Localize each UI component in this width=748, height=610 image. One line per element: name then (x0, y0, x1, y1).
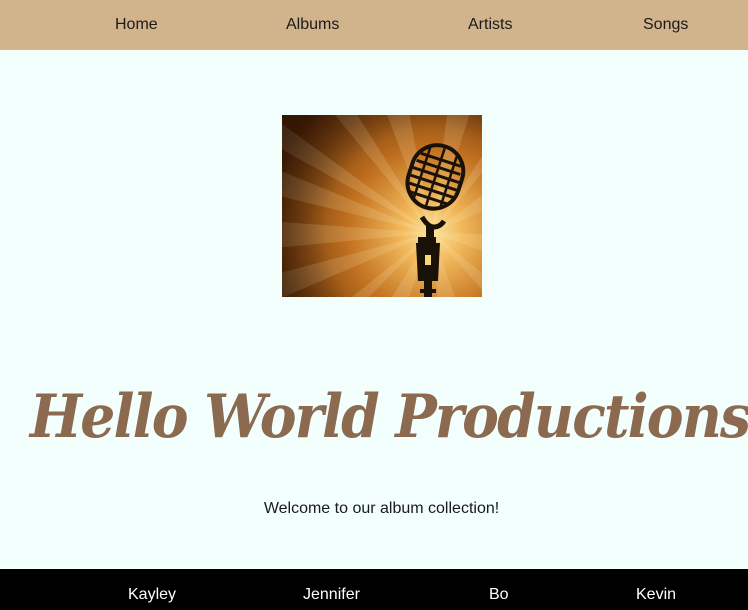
hero-microphone-image (282, 115, 482, 297)
footer-name-jennifer: Jennifer (303, 586, 360, 603)
page: Home Albums Artists Songs Hello World Pr… (0, 0, 748, 610)
top-navigation: Home Albums Artists Songs (0, 0, 748, 50)
welcome-message: Welcome to our album collection! (263, 500, 500, 517)
brand-title: Hello World Productions (29, 382, 748, 452)
nav-songs-link[interactable]: Songs (643, 15, 688, 35)
nav-home-link[interactable]: Home (115, 15, 158, 35)
footer-name-kayley: Kayley (128, 586, 177, 603)
footer-name-kevin: Kevin (636, 586, 677, 603)
nav-albums-link[interactable]: Albums (286, 15, 339, 35)
footer-name-bo: Bo (489, 586, 509, 603)
nav-artists-link[interactable]: Artists (468, 15, 512, 35)
footer: Kayley Jennifer Bo Kevin (0, 569, 748, 610)
